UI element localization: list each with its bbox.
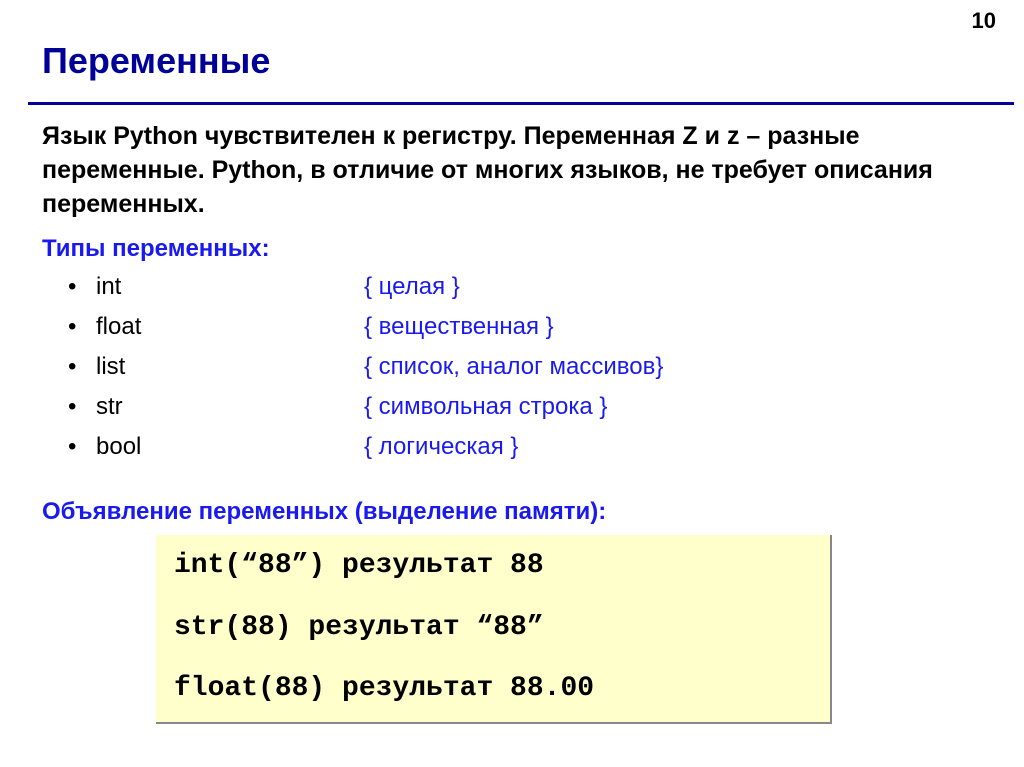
bullet-icon: • xyxy=(68,433,96,461)
type-name: str xyxy=(96,393,364,421)
list-item: • int { целая } xyxy=(68,273,663,301)
code-line: int(“88”) результат 88 xyxy=(174,549,812,583)
declaration-heading: Объявление переменных (выделение памяти)… xyxy=(42,498,606,526)
type-desc: { логическая } xyxy=(364,433,518,461)
list-item: • float { вещественная } xyxy=(68,313,663,341)
code-example-box: int(“88”) результат 88 str(88) результат… xyxy=(156,535,832,724)
bullet-icon: • xyxy=(68,353,96,381)
intro-text: Язык Python чувствителен к регистру. Пер… xyxy=(42,120,988,221)
type-name: bool xyxy=(96,433,364,461)
code-line: str(88) результат “88” xyxy=(174,611,812,645)
bullet-icon: • xyxy=(68,393,96,421)
type-desc: { целая } xyxy=(364,273,460,301)
list-item: • list { список, аналог массивов} xyxy=(68,353,663,381)
slide: 10 Переменные Язык Python чувствителен к… xyxy=(0,0,1024,767)
type-name: list xyxy=(96,353,364,381)
list-item: • bool { логическая } xyxy=(68,433,663,461)
type-desc: { вещественная } xyxy=(364,313,554,341)
type-name: int xyxy=(96,273,364,301)
type-name: float xyxy=(96,313,364,341)
bullet-icon: • xyxy=(68,273,96,301)
page-number: 10 xyxy=(972,8,996,34)
types-list: • int { целая } • float { вещественная }… xyxy=(68,273,663,473)
type-desc: { список, аналог массивов} xyxy=(364,353,663,381)
code-line: float(88) результат 88.00 xyxy=(174,672,812,706)
bullet-icon: • xyxy=(68,313,96,341)
types-heading: Типы переменных: xyxy=(42,235,270,263)
slide-title: Переменные xyxy=(42,40,270,82)
type-desc: { символьная строка } xyxy=(364,393,607,421)
title-rule xyxy=(28,102,1014,105)
list-item: • str { символьная строка } xyxy=(68,393,663,421)
